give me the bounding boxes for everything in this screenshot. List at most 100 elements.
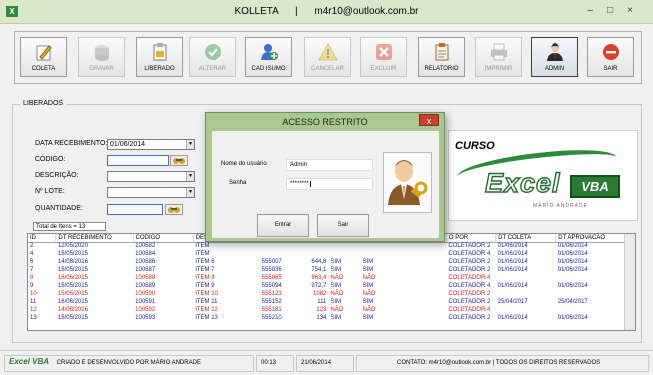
table-cell: 8 bbox=[30, 275, 34, 281]
table-cell: 01/06/2014 bbox=[497, 243, 528, 250]
table-cell: 863,4 bbox=[311, 275, 327, 281]
column-header[interactable]: DT APROVACAO bbox=[555, 234, 625, 243]
logo-author: MÁRIO ANDRADE bbox=[533, 203, 588, 209]
codigo-input[interactable] bbox=[107, 155, 169, 166]
search-codigo-button[interactable] bbox=[170, 155, 188, 166]
table-row[interactable]: 4 15/05/2015 100584 ITEM COLETADOR 4 01/06/20… bbox=[28, 250, 625, 258]
login-dialog: ACESSO RESTRITO x Nome do usuário Admin … bbox=[205, 112, 445, 242]
toolbar-button-label: CANCELAR bbox=[311, 66, 344, 72]
table-cell bbox=[556, 290, 625, 298]
sair-button[interactable]: SAIR bbox=[587, 37, 634, 77]
column-header[interactable]: DT RECEBIMENTO bbox=[55, 234, 134, 243]
window-controls[interactable]: –□× bbox=[588, 5, 647, 16]
table-cell: NÃO bbox=[330, 307, 344, 313]
table-cell: 11 bbox=[30, 299, 37, 305]
table-cell: COLETADOR 2 bbox=[448, 299, 491, 305]
vertical-scrollbar[interactable] bbox=[624, 234, 635, 330]
relatorio-button[interactable]: RELATORIO bbox=[418, 37, 465, 77]
table-cell: 13 bbox=[30, 315, 37, 321]
table-cell: SIM bbox=[330, 267, 342, 273]
dialog-title: ACESSO RESTRITO bbox=[282, 117, 368, 127]
status-bar: Excel VBA CRIADO E DESENVOLVIDO POR MÁRI… bbox=[0, 350, 653, 375]
table-cell: ITEM 13 bbox=[195, 315, 218, 321]
table-cell: 15/05/2015 bbox=[57, 251, 88, 257]
table-cell: 01/06/2014 bbox=[557, 267, 588, 273]
table-cell: SIM bbox=[330, 259, 342, 265]
table-cell: COLETADOR 4 bbox=[448, 307, 491, 313]
table-cell bbox=[294, 242, 328, 250]
table-row[interactable]: 13 15/05/2015 100593 ITEM 13 555210 134 SIM SIM… bbox=[28, 314, 625, 322]
table-cell: 100589 bbox=[135, 283, 156, 289]
data-recebimento-field[interactable]: 01/06/2014 ▼ bbox=[107, 139, 195, 150]
table-cell: ITEM 11 bbox=[195, 299, 218, 305]
table-row[interactable]: 12 14/08/2016 100592 ITEM 12 555181 123 NÃO NÃO… bbox=[28, 306, 625, 314]
quantidade-input[interactable] bbox=[107, 204, 163, 215]
admin-button[interactable]: ADMIN bbox=[531, 37, 578, 77]
table-cell: SIM bbox=[330, 315, 342, 321]
status-date: 21/06/2014 bbox=[296, 355, 354, 372]
gravar-button[interactable]: GRAVAR bbox=[78, 37, 125, 77]
username-input[interactable]: Admin bbox=[286, 159, 373, 171]
table-cell: NÃO bbox=[362, 275, 376, 281]
status-contact: CONTATO: m4r10@outlook.com.br | TODOS OS… bbox=[356, 355, 649, 372]
table-cell: 15/05/2015 bbox=[57, 291, 88, 297]
table-cell: NÃO bbox=[362, 291, 376, 297]
table-cell: ITEM 12 bbox=[195, 307, 218, 313]
records-grid[interactable]: IDDT RECEBIMENTOCODIGODESCO PORDT COLETA… bbox=[27, 233, 636, 331]
table-cell bbox=[328, 250, 360, 258]
window-title: KOLLETA | m4r10@outlook.com.br bbox=[0, 6, 653, 17]
table-cell: 01/06/2014 bbox=[557, 251, 588, 257]
table-row[interactable]: 10 15/05/2015 100590 ITEM 10 555123 1082 NÃO NÃ… bbox=[28, 290, 625, 298]
alterar-button[interactable]: ALTERAR bbox=[189, 37, 236, 77]
admin-avatar bbox=[383, 152, 432, 213]
lote-label: Nº LOTE: bbox=[35, 188, 65, 195]
table-row[interactable]: 8 16/06/2015 100588 ITEM 8 555065 863,4 NÃO NÃO… bbox=[28, 274, 625, 282]
toolbar-button-label: ALTERAR bbox=[198, 66, 227, 72]
table-cell: 555123 bbox=[261, 291, 282, 297]
exit-button[interactable]: Sair bbox=[317, 214, 369, 237]
table-row[interactable]: 9 15/05/2015 100589 ITEM 9 555094 972,7 SIM SIM… bbox=[28, 282, 625, 290]
warning-icon bbox=[317, 42, 338, 62]
table-body: 2 12/05/2020 100582 ITEM COLETADOR 2 01/06/20… bbox=[28, 242, 625, 322]
table-row[interactable]: 7 15/05/2015 100587 ITEM 7 555036 754,1 SIM SIM… bbox=[28, 266, 625, 274]
table-cell: 100592 bbox=[135, 307, 156, 313]
coleta-button[interactable]: COLETA bbox=[20, 37, 67, 77]
table-cell: 01/06/2014 bbox=[557, 283, 588, 289]
cancelar-button[interactable]: CANCELAR bbox=[304, 37, 351, 77]
column-header[interactable]: CODIGO bbox=[133, 234, 194, 243]
liberado-button[interactable]: LIBERADO bbox=[136, 37, 183, 77]
table-row[interactable]: 6 14/08/2016 100586 ITEM 6 555007 644,8 SIM SIM… bbox=[28, 258, 625, 266]
chevron-down-icon[interactable]: ▼ bbox=[186, 188, 194, 197]
status-credits-cell: Excel VBA CRIADO E DESENVOLVIDO POR MÁRI… bbox=[4, 355, 254, 372]
column-header[interactable]: ID bbox=[28, 234, 57, 243]
table-row[interactable]: 11 16/06/2015 100591 ITEM 11 555152 111 SIM SIM… bbox=[28, 298, 625, 306]
clipboard-icon bbox=[150, 42, 170, 62]
imprimir-button[interactable]: IMPRIMIR bbox=[475, 37, 522, 77]
enter-button[interactable]: Entrar bbox=[257, 214, 309, 237]
toolbar-button-label: CAD ISUMO bbox=[251, 66, 286, 72]
excluir-button[interactable]: EXCLUIR bbox=[360, 37, 407, 77]
table-cell: 972,7 bbox=[311, 283, 327, 289]
chevron-down-icon[interactable]: ▼ bbox=[186, 172, 194, 181]
add-user-icon bbox=[259, 42, 279, 62]
close-button[interactable]: x bbox=[419, 114, 439, 126]
toolbar-button-label: EXCLUIR bbox=[370, 66, 397, 72]
cad-isumo-button[interactable]: CAD ISUMO bbox=[245, 37, 292, 77]
app-email: m4r10@outlook.com.br bbox=[314, 6, 419, 17]
table-cell bbox=[260, 250, 294, 258]
password-input[interactable]: ******** bbox=[286, 178, 373, 190]
table-cell: 4 bbox=[30, 251, 34, 257]
table-cell: ITEM 6 bbox=[195, 259, 215, 265]
table-cell: 100590 bbox=[135, 291, 156, 297]
column-header[interactable]: DT COLETA bbox=[495, 234, 557, 243]
chevron-down-icon[interactable]: ▼ bbox=[186, 140, 194, 149]
add-quantidade-button[interactable] bbox=[165, 204, 183, 215]
toolbar-button-label: ADMIN bbox=[544, 66, 565, 72]
column-header[interactable]: O POR bbox=[446, 234, 497, 243]
group-label: LIBERADOS bbox=[20, 100, 67, 107]
lote-field[interactable]: ▼ bbox=[107, 187, 195, 198]
logo-excel: Excel bbox=[484, 167, 561, 198]
descricao-field[interactable]: ▼ bbox=[107, 171, 195, 182]
table-row[interactable]: 2 12/05/2020 100582 ITEM COLETADOR 2 01/06/20… bbox=[28, 242, 625, 250]
table-cell bbox=[260, 242, 294, 250]
